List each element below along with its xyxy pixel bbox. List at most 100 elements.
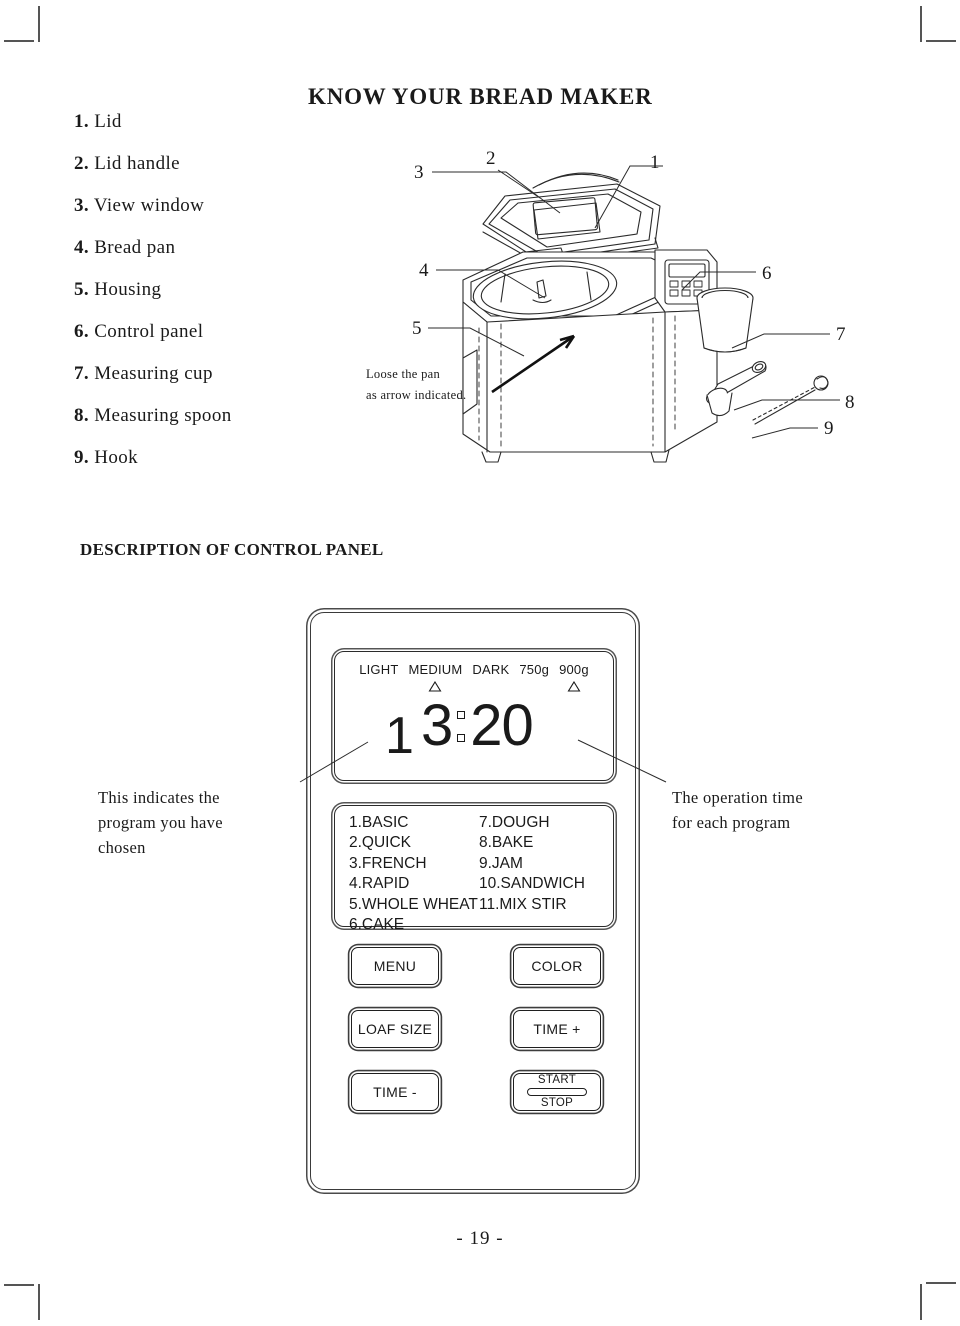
- accessory-hook: [752, 375, 829, 425]
- program-list-right-column: 7.DOUGH 8.BAKE 9.JAM 10.SANDWICH 11.MIX …: [479, 813, 585, 936]
- lcd-indicator-light-label: LIGHT: [359, 662, 399, 677]
- lcd-indicator-dark-label: DARK: [472, 662, 510, 677]
- part-list-item-4: 4. Bread pan: [74, 238, 304, 257]
- part-label: Hook: [94, 447, 139, 468]
- crop-mark-top-left-horizontal: [4, 40, 34, 42]
- annotation-left-line1: This indicates the: [98, 788, 220, 807]
- program-item: 2.QUICK: [349, 834, 412, 852]
- loose-pan-note: Loose the pan as arrow indicated.: [366, 364, 466, 405]
- start-stop-button[interactable]: START STOP: [513, 1073, 601, 1111]
- color-button-label: COLOR: [531, 958, 583, 974]
- color-button[interactable]: COLOR: [513, 947, 601, 985]
- diagram-callout-4: 4: [419, 260, 429, 281]
- diagram-callout-5: 5: [412, 318, 422, 339]
- bread-maker-illustration: [462, 172, 718, 463]
- program-list-left-column: 1.BASIC 2.QUICK 3.FRENCH 4.RAPID 5.WHOLE…: [349, 813, 479, 936]
- part-label: Lid: [94, 111, 122, 132]
- lcd-indicator-row: LIGHT MEDIUM DARK 750g 900g: [335, 662, 613, 692]
- time-minus-button-label: TIME -: [373, 1084, 417, 1100]
- diagram-callout-6: 6: [762, 263, 772, 284]
- lcd-indicator-medium: MEDIUM: [408, 662, 463, 692]
- lcd-indicator-750g: 750g: [519, 662, 549, 677]
- part-number: 4.: [74, 237, 90, 258]
- part-list-item-2: 2. Lid handle: [74, 154, 304, 173]
- time-minus-button[interactable]: TIME -: [351, 1073, 439, 1111]
- program-item: 4.RAPID: [349, 875, 410, 893]
- annotation-operation-time: The operation time for each program: [672, 786, 872, 836]
- start-label: START: [537, 1074, 577, 1086]
- section-title: DESCRIPTION OF CONTROL PANEL: [80, 540, 384, 559]
- part-label: Control panel: [94, 321, 204, 342]
- crop-mark-bottom-left-vertical: [38, 1284, 40, 1320]
- crop-mark-bottom-right-vertical: [920, 1284, 922, 1320]
- diagram-callout-3: 3: [414, 162, 424, 183]
- part-list-item-5: 5. Housing: [74, 280, 304, 299]
- lcd-colon-icon: [452, 697, 470, 755]
- time-plus-button-label: TIME +: [533, 1021, 581, 1037]
- part-number: 3.: [74, 195, 90, 216]
- annotation-left-line3: chosen: [98, 837, 146, 857]
- part-list-item-3: 3. View window: [74, 196, 304, 215]
- annotation-right-line2: for each program: [672, 812, 791, 832]
- diagram-callout-9: 9: [824, 418, 834, 439]
- loaf-size-button[interactable]: LOAF SIZE: [351, 1010, 439, 1048]
- program-item: 8.BAKE: [479, 834, 534, 852]
- triangle-marker-icon: [567, 680, 581, 692]
- lcd-program-number: 1: [385, 707, 414, 765]
- part-number: 1.: [74, 111, 90, 132]
- part-label: Housing: [94, 279, 162, 300]
- page-title: KNOW YOUR BREAD MAKER: [308, 84, 653, 109]
- diagram-callout-1: 1: [650, 152, 660, 173]
- lcd-time-hour: 3: [421, 693, 453, 758]
- annotation-right-line1: The operation time: [672, 788, 803, 807]
- menu-button-label: MENU: [373, 958, 417, 974]
- program-item: 9.JAM: [479, 854, 523, 872]
- part-number: 2.: [74, 153, 90, 174]
- part-list-item-6: 6. Control panel: [74, 322, 304, 341]
- crop-mark-top-left-vertical: [38, 6, 40, 42]
- accessory-measuring-cup: [696, 287, 754, 353]
- part-number: 8.: [74, 405, 90, 426]
- lcd-indicator-medium-label: MEDIUM: [408, 662, 463, 677]
- crop-mark-bottom-left-horizontal: [4, 1284, 34, 1286]
- lcd-indicator-750g-label: 750g: [519, 662, 550, 677]
- part-list-item-7: 7. Measuring cup: [74, 364, 304, 383]
- annotation-left-line2: program you have: [98, 812, 223, 832]
- diagram-callout-7: 7: [836, 324, 846, 345]
- lcd-indicator-900g-label: 900g: [559, 662, 589, 677]
- part-label: View window: [93, 195, 205, 216]
- program-item: 6.CAKE: [349, 916, 405, 934]
- lcd-time-display: 3 20: [421, 693, 534, 758]
- part-number: 5.: [74, 279, 90, 300]
- part-number: 9.: [74, 447, 90, 468]
- program-item: 7.DOUGH: [479, 814, 550, 831]
- part-label: Measuring spoon: [94, 405, 232, 426]
- triangle-marker-icon: [428, 680, 442, 692]
- control-panel: LIGHT MEDIUM DARK 750g 900g 1 3 20 1.BAS…: [310, 612, 636, 1190]
- bread-maker-diagram: [355, 140, 875, 480]
- loose-pan-note-line2: as arrow indicated.: [366, 387, 467, 402]
- program-item: 10.SANDWICH: [479, 875, 585, 893]
- crop-mark-bottom-right-horizontal: [926, 1282, 956, 1284]
- button-grid: MENU COLOR LOAF SIZE TIME + TIME - START…: [351, 947, 601, 1136]
- lcd-time-minute: 20: [470, 693, 534, 758]
- part-label: Measuring cup: [94, 363, 213, 384]
- program-item: 1.BASIC: [349, 814, 409, 831]
- crop-mark-top-right-horizontal: [926, 40, 956, 42]
- page-number: - 19 -: [456, 1228, 504, 1249]
- stop-label: STOP: [540, 1097, 574, 1110]
- parts-list: 1. Lid 2. Lid handle 3. View window 4. B…: [74, 112, 304, 490]
- start-stop-divider-icon: [527, 1087, 587, 1097]
- part-list-item-8: 8. Measuring spoon: [74, 406, 304, 425]
- program-item: 5.WHOLE WHEAT: [349, 895, 478, 913]
- time-plus-button[interactable]: TIME +: [513, 1010, 601, 1048]
- part-label: Bread pan: [94, 237, 176, 258]
- program-item: 3.FRENCH: [349, 854, 427, 872]
- part-number: 7.: [74, 363, 90, 384]
- menu-button[interactable]: MENU: [351, 947, 439, 985]
- lcd-indicator-light: LIGHT: [359, 662, 398, 677]
- part-list-item-9: 9. Hook: [74, 448, 304, 467]
- lcd-display: LIGHT MEDIUM DARK 750g 900g 1 3 20: [334, 651, 614, 781]
- diagram-callout-2: 2: [486, 148, 496, 169]
- program-item: 11.MIX STIR: [479, 895, 567, 913]
